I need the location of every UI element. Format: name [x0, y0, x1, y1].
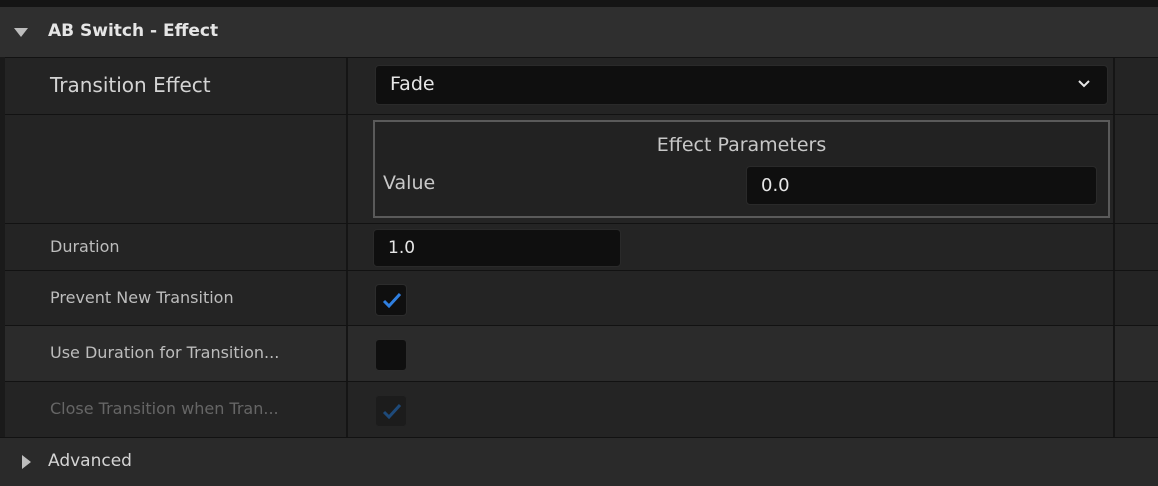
checkmark-icon: [382, 403, 402, 419]
close-transition-label: Close Transition when Tran...: [50, 399, 279, 418]
expand-triangle-icon[interactable]: [22, 455, 31, 469]
section-header[interactable]: AB Switch - Effect: [0, 7, 1158, 57]
prevent-new-transition-checkbox[interactable]: [375, 284, 407, 316]
prevent-new-transition-label: Prevent New Transition: [50, 288, 234, 307]
transition-effect-label: Transition Effect: [50, 73, 211, 97]
effect-value-text: 0.0: [761, 175, 790, 196]
section-title: AB Switch - Effect: [48, 21, 219, 41]
use-duration-label: Use Duration for Transition...: [50, 343, 280, 362]
close-transition-checkbox: [375, 395, 407, 427]
transition-effect-dropdown[interactable]: Fade: [375, 65, 1108, 105]
property-row-prevent-new-transition: Prevent New Transition: [5, 270, 1158, 325]
effect-value-input[interactable]: 0.0: [746, 166, 1097, 205]
property-row-use-duration: Use Duration for Transition...: [5, 325, 1158, 381]
details-panel: AB Switch - Effect Transition Effect Fad…: [0, 0, 1158, 486]
duration-input[interactable]: 1.0: [373, 229, 621, 267]
effect-parameters-title: Effect Parameters: [656, 134, 827, 156]
use-duration-checkbox[interactable]: [375, 339, 407, 371]
advanced-title: Advanced: [48, 451, 132, 471]
top-strip: [0, 0, 1158, 7]
transition-effect-value: Fade: [390, 73, 435, 95]
checkmark-icon: [382, 292, 402, 308]
advanced-section-header[interactable]: Advanced: [0, 437, 1158, 486]
effect-parameters-box: Effect Parameters Value 0.0: [373, 120, 1110, 218]
effect-value-label: Value: [383, 172, 436, 194]
chevron-down-icon: [1078, 80, 1090, 88]
property-row-duration: Duration 1.0: [5, 223, 1158, 270]
property-row-close-transition: Close Transition when Tran...: [5, 381, 1158, 437]
property-row-effect-parameters: Effect Parameters Value 0.0: [5, 114, 1158, 223]
property-row-transition-effect: Transition Effect Fade: [5, 57, 1158, 114]
duration-value: 1.0: [388, 238, 416, 258]
collapse-triangle-icon[interactable]: [14, 28, 28, 37]
duration-label: Duration: [50, 237, 120, 256]
